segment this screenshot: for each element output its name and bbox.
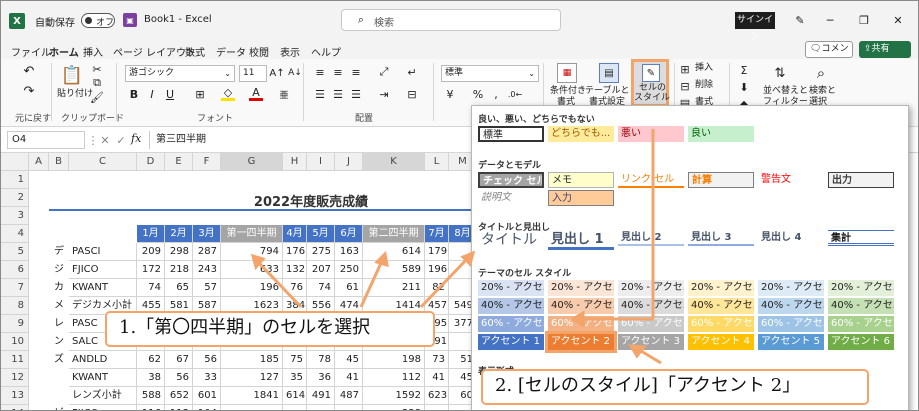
annotation-arrows <box>250 129 662 365</box>
step1-callout: 1.「第〇四半期」のセルを選択 <box>105 311 435 347</box>
excel-window: X 自動保存 オフ ▣ Book1 - Excel ⌕ 検索 サインイン ✎ ─… <box>0 0 919 411</box>
step2-callout: 2. [セルのスタイル]「アクセント 2」 <box>481 369 869 405</box>
